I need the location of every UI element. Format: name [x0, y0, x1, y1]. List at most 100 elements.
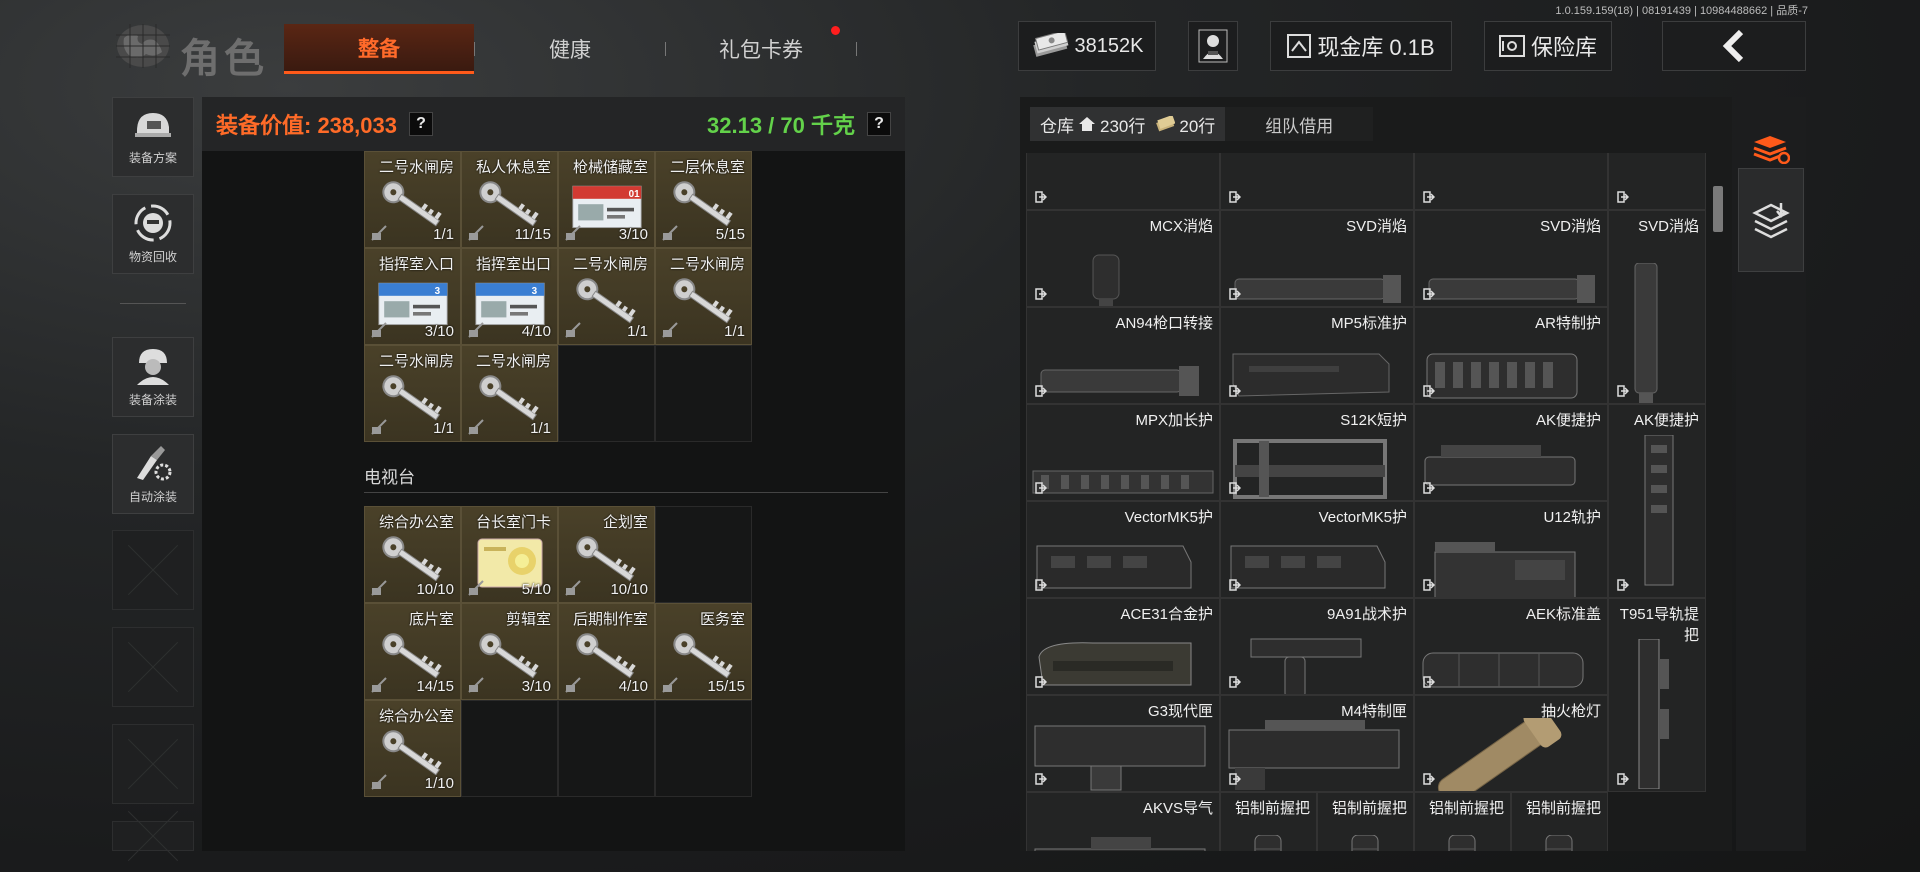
warehouse-item[interactable]: U12轨护	[1414, 501, 1608, 598]
item-name: 二层休息室	[669, 159, 745, 176]
currency-display[interactable]: 38152K	[1018, 21, 1156, 71]
key-item[interactable]: 二号水闸房 1/1	[364, 151, 461, 248]
cash-vault-button[interactable]: 现金库 0.1B	[1270, 21, 1452, 71]
extract-icon	[1229, 191, 1241, 203]
key-item[interactable]: 二号水闸房 1/1	[558, 248, 655, 345]
extract-icon	[1229, 482, 1241, 494]
item-quantity: 1/1	[433, 420, 454, 437]
warehouse-item[interactable]: M4特制匣	[1220, 695, 1414, 792]
loadout-plan-label: 装备方案	[128, 150, 177, 165]
tab-health[interactable]: 健康	[475, 24, 665, 74]
warehouse-item[interactable]: VectorMK5护	[1026, 501, 1220, 598]
item-quantity: 4/10	[521, 323, 551, 340]
key-item[interactable]: 二号水闸房 1/1	[364, 345, 461, 442]
warehouse-item[interactable]: S12K短护	[1220, 404, 1414, 501]
warehouse-item-name: VectorMK5护	[1124, 509, 1213, 526]
extract-icon	[1035, 676, 1047, 688]
lock-icon	[468, 677, 484, 693]
warehouse-item[interactable]	[1220, 153, 1414, 210]
tab-gift-cards[interactable]: 礼包卡券	[666, 24, 856, 74]
key-item[interactable]: 企划室 10/10	[558, 506, 655, 603]
warehouse-item[interactable]: 9A91战术护	[1220, 598, 1414, 695]
auto-skin-label: 自动涂装	[128, 489, 177, 504]
support-button[interactable]	[1188, 21, 1238, 71]
brush-gear-icon	[137, 445, 172, 480]
key-item[interactable]: 医务室 15/15	[655, 603, 752, 700]
warehouse-item[interactable]	[1414, 153, 1608, 210]
auto-skin-button[interactable]: 自动涂装	[112, 434, 194, 514]
tab-warehouse[interactable]: 仓库 230行 20行	[1030, 107, 1226, 141]
warehouse-item[interactable]: AK便捷护	[1414, 404, 1608, 501]
warehouse-item[interactable]: T951导轨提把	[1608, 598, 1706, 792]
warehouse-item[interactable]: MPX加长护	[1026, 404, 1220, 501]
key-item[interactable]: 台长室门卡 5/10	[461, 506, 558, 603]
warehouse-item[interactable]: SVD消焰	[1414, 210, 1608, 307]
team-borrow-label: 组队借用	[1265, 116, 1334, 136]
warehouse-item[interactable]: AK便捷护	[1608, 404, 1706, 598]
key-item[interactable]: 私人休息室 11/15	[461, 151, 558, 248]
weight-help-button[interactable]: ?	[867, 112, 891, 136]
item-name: 二号水闸房	[669, 256, 745, 273]
warehouse-item[interactable]: MCX消焰	[1026, 210, 1220, 307]
warehouse-item[interactable]: SVD消焰	[1220, 210, 1414, 307]
warehouse-item[interactable]: AEK标准盖	[1414, 598, 1608, 695]
key-item[interactable]: 二号水闸房 1/1	[461, 345, 558, 442]
section-divider	[364, 492, 888, 493]
warehouse-item[interactable]	[1608, 153, 1706, 210]
item-name: 指挥室入口	[378, 256, 454, 273]
key-item[interactable]: 二号水闸房 1/1	[655, 248, 752, 345]
warehouse-item-name: MCX消焰	[1149, 218, 1213, 235]
safe-label: 保险库	[1530, 35, 1597, 60]
key-item[interactable]: 综合办公室 10/10	[364, 506, 461, 603]
equipment-skin-button[interactable]: 装备涂装	[112, 337, 194, 417]
flashlight-icon	[1437, 718, 1562, 791]
key-item[interactable]: 后期制作室 4/10	[558, 603, 655, 700]
stash-layers-button[interactable]	[1738, 168, 1804, 272]
suppressor-vertical-icon	[1634, 263, 1658, 403]
warehouse-item[interactable]: MP5标准护	[1220, 307, 1414, 404]
warehouse-item[interactable]: 铝制前握把	[1317, 792, 1414, 851]
loadout-plan-button[interactable]: 装备方案	[112, 97, 194, 177]
warehouse-item-name: G3现代匣	[1147, 703, 1213, 720]
key-item[interactable]: 3 指挥室入口 3/10	[364, 248, 461, 345]
item-name: 综合办公室	[378, 708, 454, 725]
back-button[interactable]	[1662, 21, 1806, 71]
value-help-button[interactable]: ?	[408, 112, 433, 136]
tab-equip-label: 整备	[358, 37, 400, 61]
key-item[interactable]: 二层休息室 5/15	[655, 151, 752, 248]
key-item[interactable]: 剪辑室 3/10	[461, 603, 558, 700]
warehouse-item[interactable]: 铝制前握把	[1220, 792, 1317, 851]
key-grid-tv: 综合办公室 10/10 台长室门卡 5/10 企划室 10/10 底片室 14/15 剪辑室 3/…	[364, 506, 752, 797]
safe-button[interactable]: 保险库	[1484, 21, 1612, 71]
supply-recycle-button[interactable]: 物资回收	[112, 194, 194, 274]
warehouse-item[interactable]: ACE31合金护	[1026, 598, 1220, 695]
warehouse-item[interactable]: 铝制前握把	[1414, 792, 1511, 851]
tab-team-borrow[interactable]: 组队借用	[1225, 107, 1374, 141]
warehouse-item[interactable]: SVD消焰	[1608, 210, 1706, 404]
key-item[interactable]: 01 枪械储藏室 3/10	[558, 151, 655, 248]
warehouse-tabs: 仓库 230行 20行 组队借用	[1030, 107, 1374, 141]
grip-icon	[1448, 835, 1476, 851]
item-quantity: 11/15	[514, 226, 551, 243]
item-quantity: 10/10	[416, 581, 454, 598]
warehouse-scrollbar[interactable]	[1713, 186, 1723, 232]
warehouse-item[interactable]: 铝制前握把	[1511, 792, 1608, 851]
lock-icon	[662, 677, 678, 693]
warehouse-item[interactable]: G3现代匣	[1026, 695, 1220, 792]
warehouse-item[interactable]	[1026, 153, 1220, 210]
warehouse-item[interactable]: AN94枪口转接	[1026, 307, 1220, 404]
tab-equip[interactable]: 整备	[284, 24, 474, 74]
warehouse-item[interactable]: VectorMK5护	[1220, 501, 1414, 598]
warehouse-item[interactable]: 抽火枪灯	[1414, 695, 1608, 792]
key-item[interactable]: 综合办公室 1/10	[364, 700, 461, 797]
grip-rail-icon	[1250, 638, 1362, 694]
handguard-ak-icon	[1424, 445, 1576, 486]
extract-icon	[1035, 482, 1047, 494]
warehouse-item[interactable]: AKVS导气	[1026, 792, 1220, 851]
extract-icon	[1035, 288, 1047, 300]
item-quantity: 1/1	[433, 226, 454, 243]
warehouse-item[interactable]: AR特制护	[1414, 307, 1608, 404]
key-item[interactable]: 底片室 14/15	[364, 603, 461, 700]
key-item[interactable]: 3 指挥室出口 4/10	[461, 248, 558, 345]
equipment-value: 装备价值: 238,033	[216, 113, 397, 138]
